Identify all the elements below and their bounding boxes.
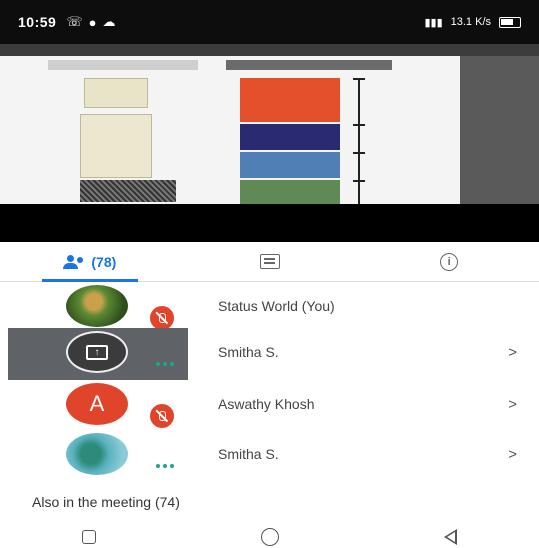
participant-tabs: (78) i — [0, 242, 539, 282]
avatar — [66, 285, 128, 327]
avatar — [66, 433, 128, 475]
signal-icon: ▮▮▮ — [424, 16, 443, 29]
slide-timeline-tick — [353, 78, 365, 80]
chevron-right-icon[interactable]: > — [508, 446, 517, 463]
chat-icon — [259, 254, 280, 269]
slide-block — [80, 180, 176, 202]
present-screen-icon: ↑ — [86, 344, 108, 360]
participant-avatar-area: A — [8, 380, 188, 432]
slide-block — [240, 124, 340, 150]
people-icon — [63, 254, 85, 269]
cloud-icon: ☁ — [102, 14, 116, 29]
location-icon: ● — [88, 14, 97, 30]
chevron-right-icon[interactable]: > — [508, 344, 517, 361]
tab-chat[interactable] — [180, 242, 360, 281]
slide-block — [84, 78, 148, 108]
tab-people[interactable]: (78) — [0, 242, 180, 282]
clock: 10:59 — [18, 14, 57, 30]
participant-avatar-area — [8, 282, 188, 334]
participant-name: Status World (You) — [218, 298, 335, 314]
slide-header-left — [48, 60, 198, 70]
back-icon[interactable] — [443, 529, 457, 545]
slide-header-right — [226, 60, 392, 70]
presentation-video[interactable] — [0, 44, 539, 242]
participant-avatar-area: ↑ — [8, 328, 188, 380]
avatar: ↑ — [66, 331, 128, 373]
slide-timeline — [358, 78, 360, 204]
slide-timeline-tick — [353, 180, 365, 182]
mic-off-icon — [150, 306, 174, 330]
mic-off-icon — [150, 404, 174, 428]
speaking-indicator-icon — [156, 464, 176, 468]
home-icon[interactable] — [260, 528, 279, 546]
notification-icons: ☏ ● ☁ — [66, 14, 115, 30]
participant-name: Aswathy Khosh — [218, 396, 315, 412]
slide-block — [240, 180, 340, 204]
whatsapp-icon: ☏ — [66, 14, 83, 29]
slide-timeline-tick — [353, 124, 365, 126]
presented-slide — [0, 56, 460, 204]
avatar: A — [66, 383, 128, 425]
participant-row[interactable]: ↑ Smitha S. > — [0, 328, 539, 380]
slide-block — [240, 78, 340, 122]
status-bar: 10:59 ☏ ● ☁ ▮▮▮ 13.1 K/s — [0, 0, 539, 44]
system-nav-bar — [0, 526, 539, 548]
participant-row[interactable]: Status World (You) — [0, 282, 539, 334]
slide-block — [240, 152, 340, 178]
chevron-right-icon[interactable]: > — [508, 396, 517, 413]
slide-side-panel — [460, 56, 539, 204]
slide-toolbar — [0, 44, 539, 56]
participant-row[interactable]: A Aswathy Khosh > — [0, 380, 539, 432]
participant-avatar-area — [8, 430, 188, 482]
tab-info[interactable]: i — [359, 242, 539, 281]
recents-icon[interactable] — [82, 530, 97, 544]
system-icons: ▮▮▮ 13.1 K/s — [424, 16, 521, 29]
participant-count: (78) — [91, 253, 117, 270]
battery-icon — [499, 16, 521, 28]
slide-block — [80, 114, 152, 178]
slide-timeline-tick — [353, 152, 365, 154]
speed-readout: 13.1 K/s — [450, 16, 491, 28]
info-icon: i — [440, 252, 459, 271]
participant-name: Smitha S. — [218, 446, 279, 462]
also-in-meeting-header: Also in the meeting (74) — [32, 494, 180, 510]
participant-name: Smitha S. — [218, 344, 279, 360]
speaking-indicator-icon — [156, 362, 176, 366]
participant-row[interactable]: Smitha S. > — [0, 430, 539, 482]
